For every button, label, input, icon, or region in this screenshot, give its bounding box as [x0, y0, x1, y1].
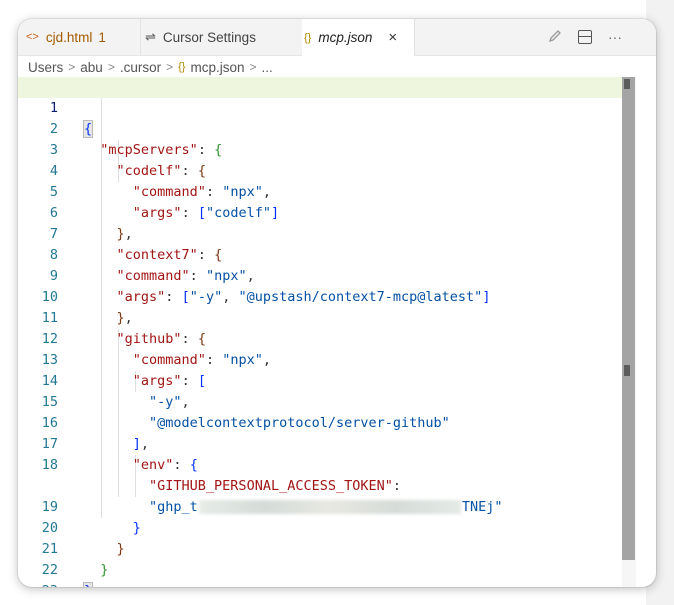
- code-line: 2 "mcpServers": {: [18, 98, 622, 158]
- code-line: 15 "@modelcontextprotocol/server-github": [18, 371, 622, 431]
- editor-actions: ···: [548, 19, 622, 55]
- breadcrumb-item-symbols[interactable]: ...: [262, 60, 273, 75]
- scrollbar-cursor-marker: [624, 79, 630, 89]
- tab-mcp-json[interactable]: {} mcp.json ×: [302, 19, 415, 56]
- json-file-icon: {}: [304, 31, 312, 44]
- tab-cjd-html[interactable]: <> cjd.html 1: [18, 19, 141, 55]
- chevron-right-icon: >: [107, 60, 115, 74]
- breadcrumb-item-users[interactable]: Users: [28, 60, 63, 75]
- tab-label: cjd.html: [45, 29, 93, 45]
- code-line: 20 }: [18, 497, 622, 557]
- code-line: 22 }: [18, 539, 622, 587]
- code-line: 11 "github": {: [18, 287, 622, 347]
- tab-bar: <> cjd.html 1 ⇌ Cursor Settings {} mcp.j…: [18, 19, 656, 56]
- line-number: 23: [18, 581, 58, 587]
- code-line: 16 ],: [18, 392, 622, 452]
- code-line: 19 }: [18, 476, 622, 536]
- breadcrumb-item-user[interactable]: abu: [80, 60, 103, 75]
- code-line: "ghp_t TNEj": [149, 499, 503, 515]
- html-file-icon: <>: [26, 31, 39, 43]
- code-line: 23: [18, 560, 622, 587]
- code-line: 6 },: [18, 182, 622, 242]
- code-editor[interactable]: 1 { 2 "mcpServers": { 3 "codelf": { 4 "c…: [18, 77, 656, 587]
- code-line: 10 },: [18, 266, 622, 326]
- code-line: 13 "args": [: [18, 329, 622, 389]
- code-line: 17 "env": {: [18, 413, 622, 473]
- json-file-icon: {}: [178, 61, 186, 73]
- code-line: 5 "args": ["codelf"]: [18, 161, 622, 221]
- close-tab-icon[interactable]: ×: [388, 29, 397, 46]
- chevron-right-icon: >: [249, 60, 257, 74]
- code-line: 9 "args": ["-y", "@upstash/context7-mcp@…: [18, 245, 622, 305]
- code-line: 14 "-y",: [18, 350, 622, 410]
- code-line: 21 }: [18, 518, 622, 578]
- edit-pencil-icon[interactable]: [548, 29, 562, 46]
- vertical-scrollbar-thumb[interactable]: [622, 77, 635, 560]
- breadcrumb-item-cursor[interactable]: .cursor: [120, 60, 161, 75]
- chevron-right-icon: >: [166, 60, 174, 74]
- code-line: 1 {: [18, 77, 622, 138]
- settings-sliders-icon: ⇌: [145, 29, 156, 44]
- split-editor-icon[interactable]: [578, 30, 592, 44]
- tab-label: mcp.json: [318, 30, 373, 45]
- breadcrumb: Users > abu > .cursor > {} mcp.json > ..…: [28, 57, 273, 77]
- problem-count-badge: 1: [98, 29, 106, 45]
- tab-label: Cursor Settings: [162, 29, 256, 45]
- scrollbar-marker: [624, 365, 630, 376]
- more-actions-icon[interactable]: ···: [608, 29, 622, 45]
- code-line: 18 "GITHUB_PERSONAL_ACCESS_TOKEN":: [18, 434, 622, 494]
- editor-window: <> cjd.html 1 ⇌ Cursor Settings {} mcp.j…: [18, 19, 656, 587]
- code-line: 4 "command": "npx",: [18, 140, 622, 200]
- chevron-right-icon: >: [68, 60, 76, 74]
- code-line: 7 "context7": {: [18, 203, 622, 263]
- code-line: 8 "command": "npx",: [18, 224, 622, 284]
- code-line: 12 "command": "npx",: [18, 308, 622, 368]
- code-line: 3 "codelf": {: [18, 119, 622, 179]
- tab-cursor-settings[interactable]: ⇌ Cursor Settings: [133, 19, 314, 55]
- breadcrumb-item-mcp-json[interactable]: mcp.json: [190, 60, 244, 75]
